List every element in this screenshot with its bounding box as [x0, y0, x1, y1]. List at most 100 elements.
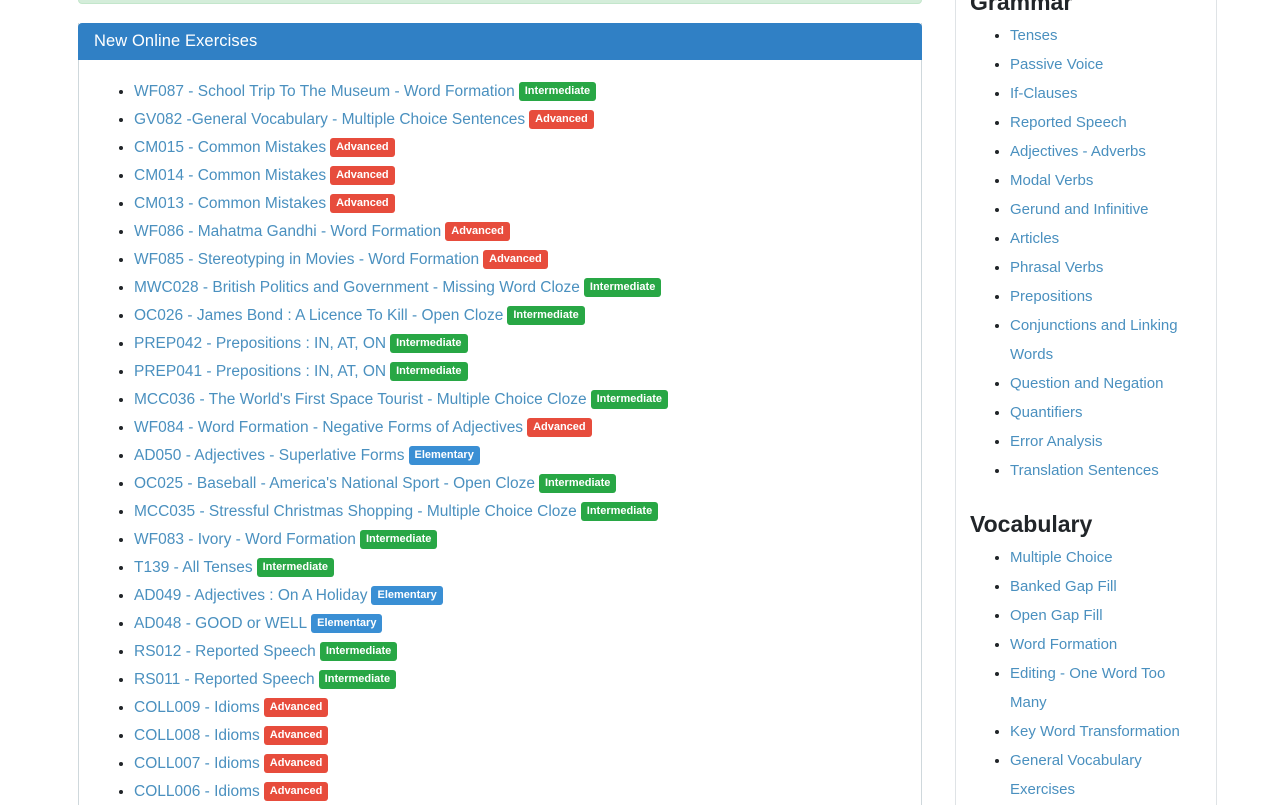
- page-title: New Online Exercises: [78, 32, 257, 51]
- list-item: WF085 - Stereotyping in Movies - Word Fo…: [134, 246, 921, 274]
- list-item: AD049 - Adjectives : On A HolidayElement…: [134, 582, 921, 610]
- level-badge: Advanced: [445, 222, 510, 241]
- exercise-link[interactable]: RS012 - Reported Speech: [134, 643, 316, 660]
- list-item: COLL009 - IdiomsAdvanced: [134, 694, 921, 722]
- exercise-link[interactable]: WF084 - Word Formation - Negative Forms …: [134, 419, 523, 436]
- exercise-link[interactable]: OC025 - Baseball - America's National Sp…: [134, 475, 535, 492]
- exercise-link[interactable]: MCC035 - Stressful Christmas Shopping - …: [134, 503, 577, 520]
- exercise-link[interactable]: GV082 -General Vocabulary - Multiple Cho…: [134, 111, 525, 128]
- list-item: WF084 - Word Formation - Negative Forms …: [134, 414, 921, 442]
- list-item: CM013 - Common MistakesAdvanced: [134, 190, 921, 218]
- exercise-link[interactable]: WF083 - Ivory - Word Formation: [134, 531, 356, 548]
- grammar-link[interactable]: Adjectives - Adverbs: [1010, 143, 1146, 160]
- alert-banner: [78, 0, 922, 4]
- grammar-link[interactable]: If-Clauses: [1010, 85, 1078, 102]
- list-item: WF086 - Mahatma Gandhi - Word FormationA…: [134, 218, 921, 246]
- list-item: General Vocabulary Exercises: [1010, 746, 1202, 804]
- level-badge: Advanced: [529, 110, 594, 129]
- exercise-link[interactable]: COLL006 - Idioms: [134, 783, 260, 800]
- grammar-link[interactable]: Articles: [1010, 230, 1059, 247]
- list-item: MCC036 - The World's First Space Tourist…: [134, 386, 921, 414]
- list-item: MCC035 - Stressful Christmas Shopping - …: [134, 498, 921, 526]
- exercise-link[interactable]: PREP041 - Prepositions : IN, AT, ON: [134, 363, 386, 380]
- level-badge: Advanced: [264, 782, 329, 801]
- exercise-link[interactable]: CM013 - Common Mistakes: [134, 195, 326, 212]
- vocabulary-link[interactable]: Word Formation: [1010, 636, 1117, 653]
- list-item: Key Word Transformation: [1010, 717, 1202, 746]
- exercise-link[interactable]: PREP042 - Prepositions : IN, AT, ON: [134, 335, 386, 352]
- level-badge: Elementary: [371, 586, 442, 605]
- list-item: COLL007 - IdiomsAdvanced: [134, 750, 921, 778]
- exercise-link[interactable]: CM015 - Common Mistakes: [134, 139, 326, 156]
- list-item: COLL008 - IdiomsAdvanced: [134, 722, 921, 750]
- exercise-link[interactable]: AD050 - Adjectives - Superlative Forms: [134, 447, 405, 464]
- level-badge: Advanced: [330, 138, 395, 157]
- grammar-link[interactable]: Gerund and Infinitive: [1010, 201, 1148, 218]
- exercise-link[interactable]: AD049 - Adjectives : On A Holiday: [134, 587, 367, 604]
- level-badge: Elementary: [409, 446, 480, 465]
- level-badge: Advanced: [264, 754, 329, 773]
- level-badge: Intermediate: [539, 474, 616, 493]
- grammar-link[interactable]: Translation Sentences: [1010, 462, 1159, 479]
- vocabulary-link[interactable]: Multiple Choice: [1010, 549, 1113, 566]
- exercise-link[interactable]: WF086 - Mahatma Gandhi - Word Formation: [134, 223, 441, 240]
- list-item: GV082 -General Vocabulary - Multiple Cho…: [134, 106, 921, 134]
- exercise-link[interactable]: COLL009 - Idioms: [134, 699, 260, 716]
- list-item: OC025 - Baseball - America's National Sp…: [134, 470, 921, 498]
- vocabulary-link[interactable]: Editing - One Word Too Many: [1010, 665, 1165, 711]
- level-badge: Intermediate: [507, 306, 584, 325]
- exercise-link[interactable]: T139 - All Tenses: [134, 559, 253, 576]
- vocabulary-link[interactable]: Key Word Transformation: [1010, 723, 1180, 740]
- list-item: Conjunctions and Linking Words: [1010, 311, 1202, 369]
- grammar-link[interactable]: Error Analysis: [1010, 433, 1103, 450]
- list-item: Articles: [1010, 224, 1202, 253]
- exercise-link[interactable]: WF087 - School Trip To The Museum - Word…: [134, 83, 515, 100]
- exercise-link[interactable]: COLL008 - Idioms: [134, 727, 260, 744]
- list-item: Adjectives - Adverbs: [1010, 137, 1202, 166]
- grammar-link[interactable]: Phrasal Verbs: [1010, 259, 1103, 276]
- list-item: Banked Gap Fill: [1010, 572, 1202, 601]
- exercise-link[interactable]: MWC028 - British Politics and Government…: [134, 279, 580, 296]
- list-item: Open Gap Fill: [1010, 601, 1202, 630]
- vocabulary-link[interactable]: Open Gap Fill: [1010, 607, 1103, 624]
- exercise-link[interactable]: WF085 - Stereotyping in Movies - Word Fo…: [134, 251, 479, 268]
- level-badge: Intermediate: [390, 362, 467, 381]
- list-item: PREP042 - Prepositions : IN, AT, ONInter…: [134, 330, 921, 358]
- panel-body: Grammar TensesPassive VoiceIf-ClausesRep…: [956, 0, 1216, 805]
- exercise-link[interactable]: AD048 - GOOD or WELL: [134, 615, 307, 632]
- exercise-link[interactable]: RS011 - Reported Speech: [134, 671, 315, 688]
- list-item: MWC028 - British Politics and Government…: [134, 274, 921, 302]
- page-root: New Online Exercises WF087 - School Trip…: [0, 0, 1268, 805]
- exercise-link[interactable]: CM014 - Common Mistakes: [134, 167, 326, 184]
- vocabulary-heading: Vocabulary: [970, 509, 1216, 539]
- list-item: Multiple Choice: [1010, 543, 1202, 572]
- list-item: RS012 - Reported SpeechIntermediate: [134, 638, 921, 666]
- grammar-link[interactable]: Modal Verbs: [1010, 172, 1093, 189]
- level-badge: Intermediate: [257, 558, 334, 577]
- sidebar: Grammar TensesPassive VoiceIf-ClausesRep…: [955, 0, 1217, 805]
- list-item: CM014 - Common MistakesAdvanced: [134, 162, 921, 190]
- exercise-link[interactable]: COLL007 - Idioms: [134, 755, 260, 772]
- grammar-link[interactable]: Question and Negation: [1010, 375, 1163, 392]
- level-badge: Advanced: [483, 250, 548, 269]
- vocabulary-link[interactable]: Banked Gap Fill: [1010, 578, 1117, 595]
- exercise-link[interactable]: MCC036 - The World's First Space Tourist…: [134, 391, 587, 408]
- grammar-link[interactable]: Conjunctions and Linking Words: [1010, 317, 1178, 363]
- grammar-link[interactable]: Quantifiers: [1010, 404, 1083, 421]
- list-item: Word Formation: [1010, 630, 1202, 659]
- list-item: Modal Verbs: [1010, 166, 1202, 195]
- card-body: WF087 - School Trip To The Museum - Word…: [79, 60, 921, 805]
- grammar-list: Tenses Passive Voice If-Clauses Reported Sp…: [956, 21, 1216, 485]
- list-item: AD050 - Adjectives - Superlative FormsEl…: [134, 442, 921, 470]
- grammar-link[interactable]: Prepositions: [1010, 288, 1093, 305]
- card-header: New Online Exercises: [78, 23, 922, 60]
- grammar-link[interactable]: Reported Speech: [1010, 114, 1127, 131]
- level-badge: Intermediate: [584, 278, 661, 297]
- exercise-link[interactable]: OC026 - James Bond : A Licence To Kill -…: [134, 307, 503, 324]
- list-item: AD048 - GOOD or WELLElementary: [134, 610, 921, 638]
- grammar-link[interactable]: Passive Voice: [1010, 56, 1103, 73]
- level-badge: Intermediate: [591, 390, 668, 409]
- vocabulary-link[interactable]: General Vocabulary Exercises: [1010, 752, 1142, 798]
- list-item: Reported Speech: [1010, 108, 1202, 137]
- grammar-link[interactable]: Tenses: [1010, 27, 1058, 44]
